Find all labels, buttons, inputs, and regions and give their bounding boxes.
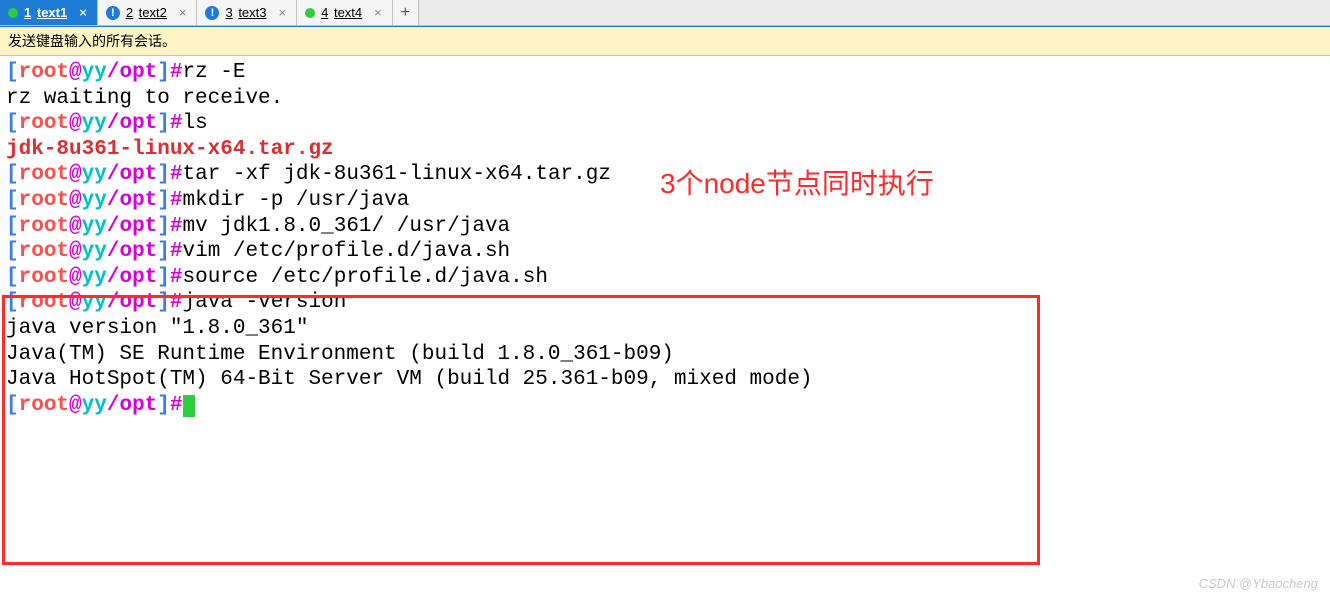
tab-label: text2 <box>139 5 167 20</box>
tab-label: text1 <box>37 5 67 20</box>
command-text: ls <box>183 112 208 135</box>
prompt-hash: # <box>170 61 183 84</box>
command-text: vim /etc/profile.d/java.sh <box>183 240 511 263</box>
prompt-path: /opt <box>107 61 157 84</box>
alert-icon: ! <box>106 6 120 20</box>
cursor-icon <box>183 395 195 417</box>
broadcast-info-bar: 发送键盘输入的所有会话。 <box>0 26 1330 56</box>
command-text: rz -E <box>183 61 246 84</box>
add-tab-button[interactable]: + <box>393 0 419 25</box>
prompt-bracket: ] <box>157 61 170 84</box>
status-dot-icon <box>8 8 18 18</box>
command-text: source /etc/profile.d/java.sh <box>183 266 548 289</box>
close-icon[interactable]: × <box>177 5 189 20</box>
tab-num: 3 <box>225 5 232 20</box>
tab-text1[interactable]: 1 text1 × <box>0 0 98 25</box>
tab-text2[interactable]: ! 2 text2 × <box>98 0 198 25</box>
tab-num: 2 <box>126 5 133 20</box>
command-text: tar -xf jdk-8u361-linux-x64.tar.gz <box>183 163 611 186</box>
status-dot-icon <box>305 8 315 18</box>
tab-bar: 1 text1 × ! 2 text2 × ! 3 text3 × 4 text… <box>0 0 1330 26</box>
output-text: jdk-8u361-linux-x64.tar.gz <box>6 138 334 161</box>
close-icon[interactable]: × <box>77 5 89 20</box>
output-text: Java(TM) SE Runtime Environment (build 1… <box>6 343 674 366</box>
output-text: Java HotSpot(TM) 64-Bit Server VM (build… <box>6 368 813 391</box>
tab-label: text4 <box>334 5 362 20</box>
tab-label: text3 <box>238 5 266 20</box>
tab-num: 4 <box>321 5 328 20</box>
prompt-at: @ <box>69 61 82 84</box>
output-text: java version "1.8.0_361" <box>6 317 308 340</box>
command-text: mkdir -p /usr/java <box>183 189 410 212</box>
command-text: java -version <box>183 291 347 314</box>
prompt-user: root <box>19 61 69 84</box>
annotation-text: 3个node节点同时执行 <box>660 162 934 202</box>
close-icon[interactable]: × <box>372 5 384 20</box>
tab-num: 1 <box>24 5 31 20</box>
prompt-bracket: [ <box>6 61 19 84</box>
prompt-host: yy <box>82 61 107 84</box>
command-text: mv jdk1.8.0_361/ /usr/java <box>183 215 511 238</box>
close-icon[interactable]: × <box>277 5 289 20</box>
tab-text4[interactable]: 4 text4 × <box>297 0 393 25</box>
alert-icon: ! <box>205 6 219 20</box>
watermark-text: CSDN @Ybaocheng <box>1199 576 1318 591</box>
terminal-output[interactable]: [root@yy/opt]#rz -E rz waiting to receiv… <box>0 56 1330 423</box>
output-text: rz waiting to receive. <box>6 87 283 110</box>
tab-text3[interactable]: ! 3 text3 × <box>197 0 297 25</box>
